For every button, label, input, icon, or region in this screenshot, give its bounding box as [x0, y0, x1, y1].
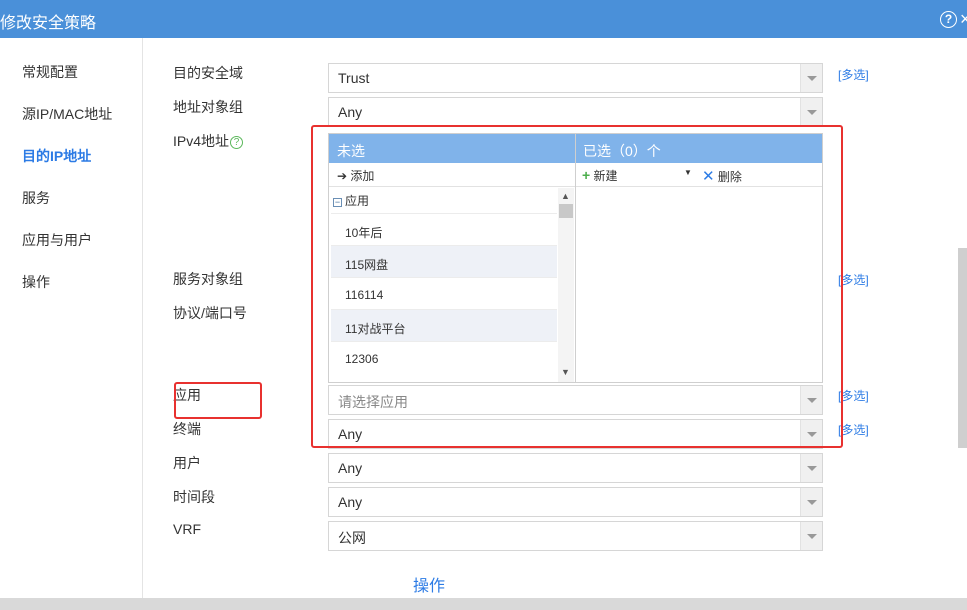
sidebar-item-general[interactable]: 常规配置 [22, 62, 78, 82]
application-placeholder: 请选择应用 [338, 394, 408, 410]
vrf-value: 公网 [338, 530, 366, 546]
selected-header: 已选（0）个 [576, 134, 822, 163]
application-label: 应用 [173, 387, 201, 403]
list-item[interactable]: 12306 [331, 341, 557, 372]
chevron-down-icon[interactable] [800, 64, 822, 92]
dest-zone-multi-select-link[interactable]: [多选] [838, 66, 869, 83]
service-group-label: 服务对象组 [173, 271, 243, 287]
arrow-right-icon: ➔ [337, 169, 348, 183]
scrollbar-thumb[interactable] [559, 204, 573, 218]
add-button-label: 添加 [350, 169, 375, 183]
chevron-down-icon[interactable] [800, 522, 822, 550]
list-item[interactable]: 10年后 [331, 213, 557, 245]
tree-group-label: 应用 [345, 194, 370, 208]
sidebar-item-app-user[interactable]: 应用与用户 [22, 230, 92, 250]
application-picker: 未选 已选（0）个 ➔ 添加 + 新建 ▼ ✕ 删除 − 应用 10年后 115网… [328, 133, 823, 383]
delete-button-label: 删除 [717, 170, 742, 184]
dest-zone-label: 目的安全域 [173, 65, 243, 81]
new-button[interactable]: + 新建 [582, 167, 618, 184]
help-icon[interactable]: ? [940, 11, 957, 28]
list-scrollbar[interactable]: ▲ ▼ [558, 188, 574, 382]
terminal-label: 终端 [173, 421, 201, 437]
help-icon[interactable]: ? [230, 136, 244, 149]
sidebar-item-source-ip-mac[interactable]: 源IP/MAC地址 [22, 104, 112, 124]
chevron-down-icon[interactable] [800, 386, 822, 414]
plus-icon: + [582, 167, 591, 183]
unselected-header: 未选 [329, 134, 575, 163]
addr-group-label: 地址对象组 [173, 99, 243, 115]
dialog-titlebar: 修改安全策略 ? × [0, 0, 967, 38]
ipv4-label: IPv4地址? [173, 131, 244, 151]
delete-button[interactable]: ✕ 删除 [702, 167, 742, 185]
list-item[interactable]: 116114 [331, 277, 557, 309]
user-label: 用户 [173, 455, 201, 471]
addr-group-select[interactable]: Any [328, 97, 823, 127]
dest-zone-value: Trust [338, 70, 370, 86]
new-dropdown-icon[interactable]: ▼ [684, 168, 692, 177]
service-group-multi-select-link[interactable]: [多选] [838, 271, 869, 288]
time-range-label: 时间段 [173, 489, 215, 505]
chevron-down-icon[interactable] [800, 488, 822, 516]
user-select[interactable]: Any [328, 453, 823, 483]
page-scrollbar[interactable] [958, 248, 967, 448]
terminal-value: Any [338, 426, 363, 442]
chevron-down-icon[interactable] [800, 420, 822, 448]
sidebar: 常规配置 源IP/MAC地址 目的IP地址 服务 应用与用户 操作 [0, 38, 143, 598]
application-multi-select-link[interactable]: [多选] [838, 387, 869, 404]
list-item[interactable]: 115网盘 [331, 245, 557, 277]
sidebar-item-action[interactable]: 操作 [22, 272, 50, 292]
sidebar-item-service[interactable]: 服务 [22, 188, 50, 208]
chevron-down-icon[interactable] [800, 98, 822, 126]
ops-section-link[interactable]: 操作 [413, 572, 445, 596]
time-range-select[interactable]: Any [328, 487, 823, 517]
unselected-toolbar: ➔ 添加 [329, 163, 575, 187]
chevron-down-icon[interactable] [800, 454, 822, 482]
application-select[interactable]: 请选择应用 [328, 385, 823, 415]
new-button-label: 新建 [593, 169, 618, 183]
chevron-down-icon[interactable]: ▼ [561, 367, 570, 377]
terminal-multi-select-link[interactable]: [多选] [838, 421, 869, 438]
vrf-label: VRF [173, 521, 201, 537]
ipv4-label-text: IPv4地址 [173, 133, 230, 149]
add-button[interactable]: ➔ 添加 [337, 167, 374, 184]
protocol-port-label: 协议/端口号 [173, 305, 247, 321]
bottom-bar [0, 598, 967, 610]
close-icon[interactable]: × [960, 10, 967, 28]
sidebar-item-dest-ip[interactable]: 目的IP地址 [22, 146, 91, 166]
dialog-title: 修改安全策略 [0, 15, 97, 32]
time-range-value: Any [338, 494, 363, 510]
delete-x-icon: ✕ [702, 168, 715, 185]
selected-toolbar: + 新建 ▼ ✕ 删除 [576, 163, 822, 187]
tree-group-application[interactable]: − 应用 [333, 192, 369, 209]
user-value: Any [338, 460, 363, 476]
addr-group-value: Any [338, 104, 363, 120]
terminal-select[interactable]: Any [328, 419, 823, 449]
chevron-up-icon[interactable]: ▲ [561, 191, 570, 201]
vrf-select[interactable]: 公网 [328, 521, 823, 551]
dest-zone-select[interactable]: Trust [328, 63, 823, 93]
list-item[interactable]: 11对战平台 [331, 309, 557, 341]
collapse-icon[interactable]: − [333, 198, 342, 207]
